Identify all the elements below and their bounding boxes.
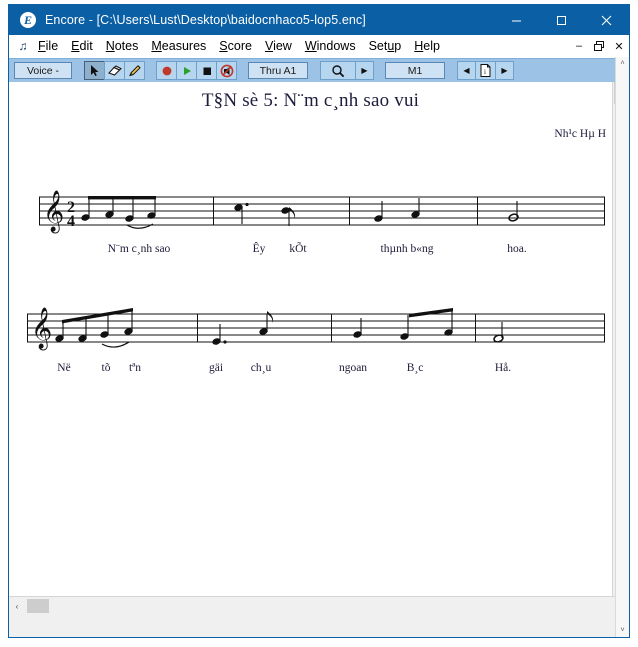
score-composer: Nh¹c Hµ H <box>554 128 606 140</box>
midi-thru-group: Thru A1 <box>248 61 308 80</box>
svg-text:𝄞: 𝄞 <box>31 307 52 350</box>
zoom-dropdown-arrow[interactable]: ▶ <box>355 61 374 80</box>
scroll-left-arrow-icon[interactable]: ‹ <box>9 598 25 614</box>
lyric-syllable: thµnh b«ng <box>380 243 434 255</box>
voice-selector-group: Voice - <box>14 61 72 80</box>
lyric-syllable: ch¸u <box>250 362 272 374</box>
menu-measures[interactable]: Measures <box>145 37 213 55</box>
eraser-tool[interactable] <box>104 61 125 80</box>
lyric-syllable: Në <box>57 362 71 374</box>
window-title: Encore - [C:\Users\Lust\Desktop\baidocnh… <box>45 13 366 27</box>
lyric-syllable: B¸c <box>406 362 424 374</box>
svg-text:i: i <box>484 68 486 76</box>
tool-buttons-group <box>84 61 145 80</box>
mute-button[interactable] <box>216 61 237 80</box>
menu-edit[interactable]: Edit <box>65 37 100 55</box>
lyric-syllable: gäi <box>208 362 224 374</box>
transport-group <box>156 61 237 80</box>
page-nav-group: ◀ i ▶ <box>457 61 514 80</box>
status-bar <box>9 615 629 637</box>
svg-text:𝄞: 𝄞 <box>43 190 64 233</box>
menu-view[interactable]: View <box>259 37 299 55</box>
lyric-syllable: tõ <box>101 362 111 374</box>
document-horizontal-scrollbar[interactable]: ‹ › <box>9 596 629 615</box>
app-scroll-up-arrow-icon[interactable]: ˄ <box>616 57 629 70</box>
lyrics-row-system-1: N¨m c¸nh sao Êy kÕt thµnh b«ng hoa. <box>9 243 612 259</box>
mdi-minimize-button[interactable]: – <box>569 36 589 56</box>
menu-bar: ♫ File Edit Notes Measures Score View Wi… <box>9 35 629 58</box>
zoom-group: ▶ <box>320 61 374 80</box>
maximize-button[interactable] <box>539 5 584 35</box>
menu-windows[interactable]: Windows <box>299 37 363 55</box>
encore-application-window: E Encore - [C:\Users\Lust\Desktop\baidoc… <box>8 4 630 638</box>
lyric-syllable: Hå. <box>494 362 512 374</box>
svg-text:4: 4 <box>67 213 75 230</box>
next-page-button[interactable]: ▶ <box>495 61 514 80</box>
lyric-syllable: kÕt <box>289 243 307 255</box>
mdi-restore-button[interactable] <box>589 36 609 56</box>
close-button[interactable] <box>584 5 629 35</box>
lyric-syllable: tªn <box>128 362 142 374</box>
minimize-button[interactable] <box>494 5 539 35</box>
document-music-icon: ♫ <box>18 39 28 53</box>
lyrics-row-system-2: Në tõ tªn gäi ch¸u ngoan B¸c Hå. <box>9 362 612 378</box>
app-scroll-down-arrow-icon[interactable]: ˅ <box>616 624 629 637</box>
mdi-child-window-controls: – ✕ <box>569 35 629 57</box>
score-title: T§N sè 5: N¨m c¸nh sao vui <box>201 90 420 111</box>
lyric-syllable: hoa. <box>507 243 527 255</box>
staff-system-1[interactable]: 𝄞 2 4 N¨m c¸nh sao Êy kÕt thµnh b«ng hoa… <box>9 187 612 255</box>
lyric-syllable: N¨m c¸nh sao <box>107 243 171 255</box>
main-toolbar: Voice - Thru A1 ▶ M1 ◀ i ▶ <box>9 58 629 82</box>
arrow-cursor-tool[interactable] <box>84 61 105 80</box>
score-page[interactable]: T§N sè 5: N¨m c¸nh sao vui Nh¹c Hµ H 𝄞 2… <box>9 82 612 596</box>
record-button[interactable] <box>156 61 177 80</box>
menu-file[interactable]: File <box>32 37 65 55</box>
voice-selector[interactable]: Voice - <box>14 62 72 79</box>
horizontal-scrollbar-thumb[interactable] <box>27 599 49 613</box>
lyric-syllable: Êy <box>252 243 266 255</box>
score-document-area: T§N sè 5: N¨m c¸nh sao vui Nh¹c Hµ H 𝄞 2… <box>9 82 629 596</box>
page-info-icon[interactable]: i <box>475 61 496 80</box>
measure-group: M1 <box>385 61 445 80</box>
title-bar: E Encore - [C:\Users\Lust\Desktop\baidoc… <box>9 5 629 35</box>
menu-notes[interactable]: Notes <box>100 37 146 55</box>
pencil-tool[interactable] <box>124 61 145 80</box>
application-vertical-scrollbar[interactable]: ˄ ˅ <box>615 57 629 637</box>
menu-setup[interactable]: Setup <box>363 37 409 55</box>
window-controls <box>494 5 629 35</box>
midi-thru-field[interactable]: Thru A1 <box>248 62 308 79</box>
measure-field[interactable]: M1 <box>385 62 445 79</box>
stop-button[interactable] <box>196 61 217 80</box>
previous-page-button[interactable]: ◀ <box>457 61 476 80</box>
menu-score[interactable]: Score <box>213 37 259 55</box>
mdi-close-button[interactable]: ✕ <box>609 36 629 56</box>
encore-app-icon: E <box>20 12 36 28</box>
magnifier-icon[interactable] <box>320 61 356 80</box>
lyric-syllable: ngoan <box>338 362 368 374</box>
play-button[interactable] <box>176 61 197 80</box>
menu-help[interactable]: Help <box>408 37 447 55</box>
staff-system-2[interactable]: 𝄞 Në tõ tªn gäi ch¸u ngoan B¸c Hå. <box>9 304 612 374</box>
